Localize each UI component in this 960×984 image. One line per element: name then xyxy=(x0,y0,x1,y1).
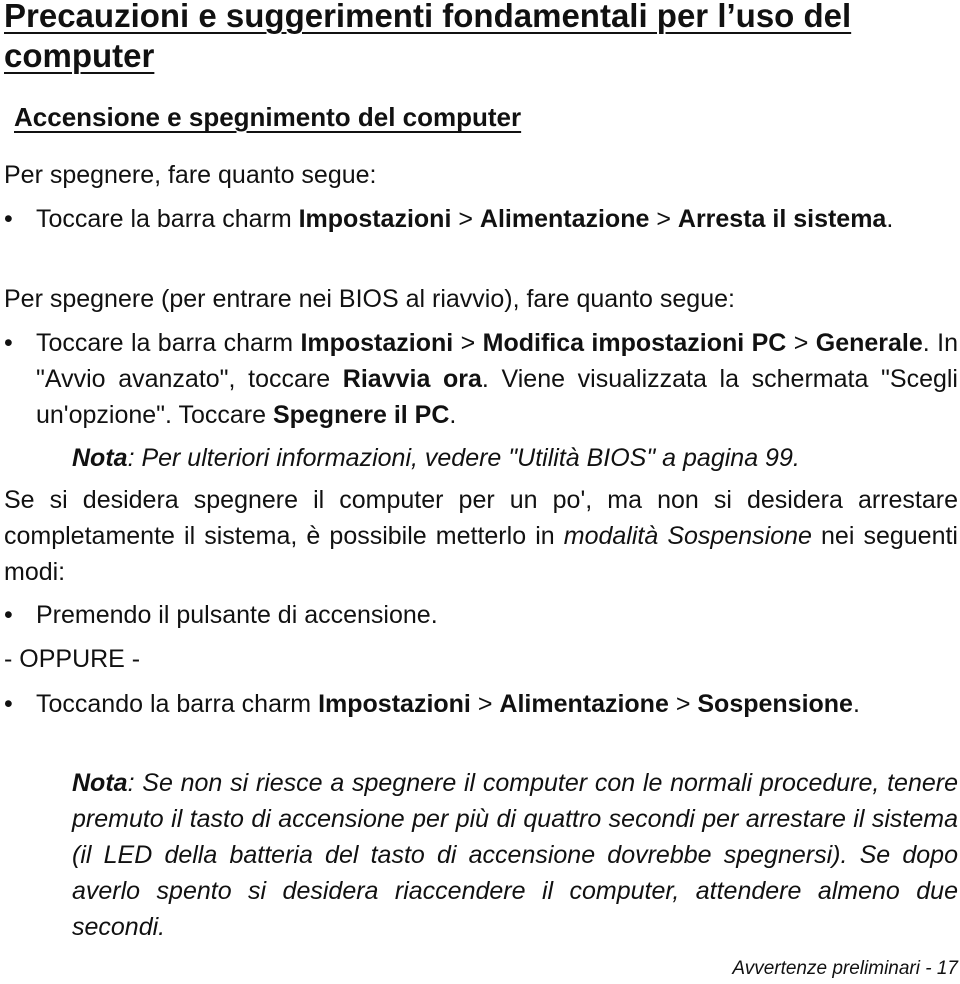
paragraph-sleep: Se si desidera spegnere il computer per … xyxy=(4,486,958,586)
bullet-icon: • xyxy=(4,601,13,629)
page-footer: Avvertenze preliminari - 17 xyxy=(732,958,958,979)
list-item-text: Toccando la barra charm Impostazioni > A… xyxy=(36,690,860,718)
list-item-shutdown: • Toccare la barra charm Impostazioni > … xyxy=(4,201,958,237)
page-title: Precauzioni e suggerimenti fondamentali … xyxy=(4,0,852,74)
or-separator: - OPPURE - xyxy=(4,645,141,673)
list-item-text: Toccare la barra charm Impostazioni > Mo… xyxy=(36,329,958,429)
note-bios: Nota: Per ulteriori informazioni, vedere… xyxy=(72,444,800,472)
list-item-power-button: • Premendo il pulsante di accensione. xyxy=(4,597,958,633)
list-item-text: Premendo il pulsante di accensione. xyxy=(36,601,438,629)
bullet-icon: • xyxy=(4,690,13,718)
bullet-icon: • xyxy=(4,329,13,357)
intro-shutdown: Per spegnere, fare quanto segue: xyxy=(4,161,377,189)
list-item-charm-sleep: • Toccando la barra charm Impostazioni >… xyxy=(4,686,958,722)
document-page: Precauzioni e suggerimenti fondamentali … xyxy=(0,0,960,984)
bullet-icon: • xyxy=(4,205,13,233)
list-item-bios: • Toccare la barra charm Impostazioni > … xyxy=(4,325,958,433)
intro-bios-shutdown: Per spegnere (per entrare nei BIOS al ri… xyxy=(4,285,735,313)
note-force-shutdown: Nota: Se non si riesce a spegnere il com… xyxy=(72,769,958,941)
section-title: Accensione e spegnimento del computer xyxy=(14,102,522,132)
list-item-text: Toccare la barra charm Impostazioni > Al… xyxy=(36,205,894,233)
